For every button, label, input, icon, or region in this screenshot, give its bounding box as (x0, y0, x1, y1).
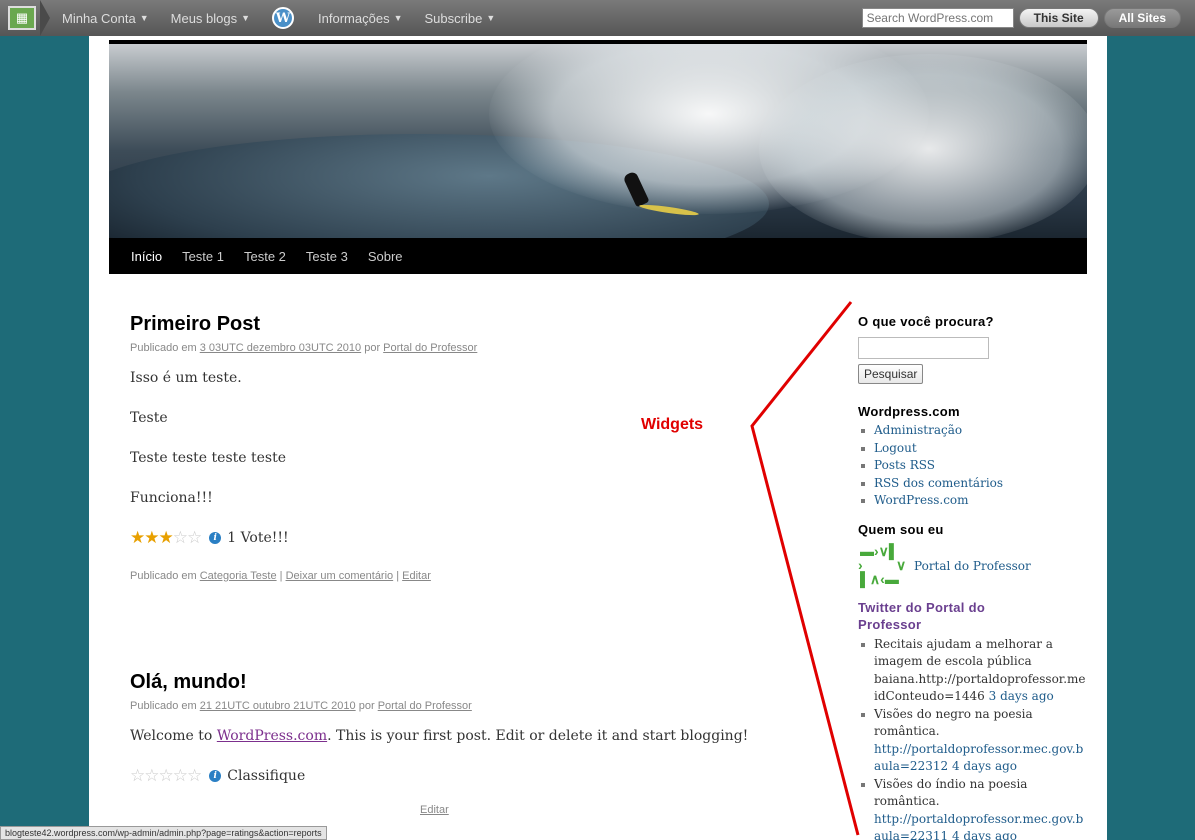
widgets-annotation: Widgets (641, 416, 704, 433)
status-bar: blogteste42.wordpress.com/wp-admin/admin… (0, 826, 327, 840)
annotation-line (750, 301, 860, 836)
